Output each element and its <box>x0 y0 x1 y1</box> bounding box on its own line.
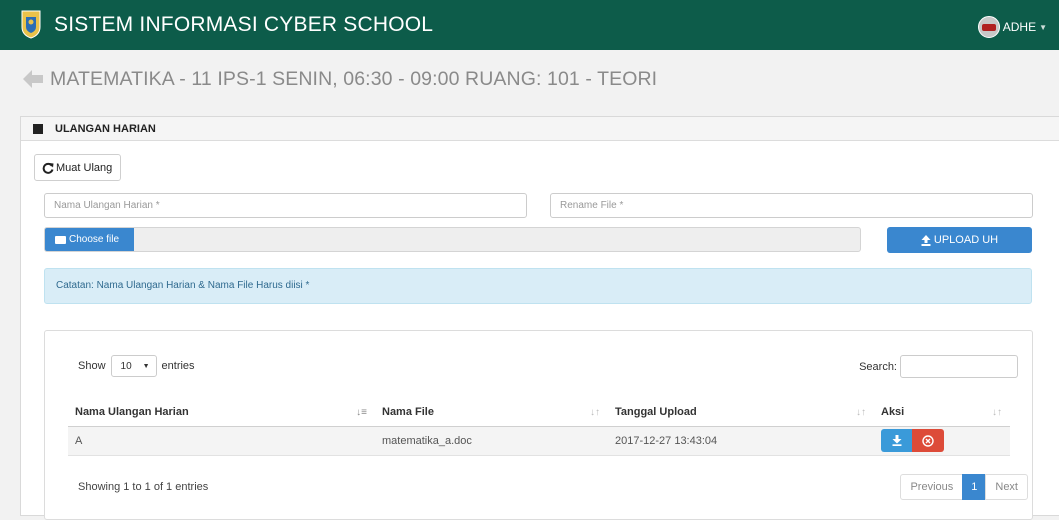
avatar <box>977 16 1000 38</box>
datatable-container: Show 10 ▼ entries Search: Nama Ulangan H… <box>44 330 1033 520</box>
download-icon <box>892 435 901 446</box>
refresh-icon <box>42 162 54 174</box>
page-length-select[interactable]: 10 ▼ <box>110 355 157 377</box>
cell-nama-ulangan: A <box>68 426 375 456</box>
back-arrow-icon[interactable] <box>20 66 46 92</box>
ulangan-name-input[interactable]: Nama Ulangan Harian * <box>44 193 527 218</box>
school-logo-icon <box>21 10 41 39</box>
panel-title: ULANGAN HARIAN <box>55 122 156 135</box>
sort-icon: ↓↑ <box>992 407 1002 418</box>
pagination-next[interactable]: Next <box>985 474 1028 500</box>
choose-file-button[interactable]: Choose file <box>45 228 134 251</box>
folder-icon <box>55 235 66 244</box>
pagination-previous[interactable]: Previous <box>900 474 964 500</box>
table-search: Search: <box>859 355 1018 378</box>
panel-header: ULANGAN HARIAN <box>21 117 1059 141</box>
rename-file-input[interactable]: Rename File * <box>550 193 1033 218</box>
reload-button[interactable]: Muat Ulang <box>34 154 121 181</box>
upload-uh-button[interactable]: UPLOAD UH <box>887 227 1032 253</box>
page-header: MATEMATIKA - 11 IPS-1 SENIN, 06:30 - 09:… <box>20 66 657 92</box>
book-icon <box>33 123 43 134</box>
download-button[interactable] <box>881 429 912 452</box>
search-input[interactable] <box>900 355 1018 378</box>
cell-tanggal-upload: 2017-12-27 13:43:04 <box>608 426 874 456</box>
sort-icon: ↓↑ <box>856 407 866 418</box>
entries-label: entries <box>161 360 195 372</box>
info-alert: Catatan: Nama Ulangan Harian & Nama File… <box>44 268 1032 304</box>
pagination-page-1[interactable]: 1 <box>962 474 987 500</box>
cell-nama-file: matematika_a.doc <box>375 426 608 456</box>
column-header-nama-ulangan[interactable]: Nama Ulangan Harian ↓≡ <box>68 398 375 427</box>
cell-aksi <box>874 426 1010 456</box>
chevron-down-icon: ▼ <box>1039 22 1047 32</box>
column-header-tanggal-upload[interactable]: Tanggal Upload ↓↑ <box>608 398 874 427</box>
page-title: MATEMATIKA - 11 IPS-1 SENIN, 06:30 - 09:… <box>50 67 658 90</box>
top-navbar: SISTEM INFORMASI CYBER SCHOOL ADHE ▼ <box>0 0 1059 50</box>
choose-file-label: Choose file <box>69 234 120 245</box>
table-header-row: Nama Ulangan Harian ↓≡ Nama File ↓↑ Tangga… <box>68 398 1010 427</box>
show-label: Show <box>78 360 106 372</box>
search-label: Search: <box>859 360 897 373</box>
ulangan-table: Nama Ulangan Harian ↓≡ Nama File ↓↑ Tangga… <box>68 398 1010 456</box>
delete-button[interactable] <box>912 429 944 452</box>
sort-asc-icon: ↓≡ <box>356 407 367 418</box>
page-length-value: 10 <box>120 360 132 372</box>
close-circle-icon <box>922 434 934 447</box>
reload-label: Muat Ulang <box>56 161 113 174</box>
upload-icon <box>921 234 931 246</box>
upload-label: UPLOAD UH <box>933 234 999 246</box>
pagination: Previous 1 Next <box>900 474 1028 500</box>
file-input[interactable]: Choose file <box>44 227 861 252</box>
user-menu[interactable]: ADHE ▼ <box>977 16 1047 38</box>
app-title: SISTEM INFORMASI CYBER SCHOOL <box>54 13 434 36</box>
page-length-control: Show 10 ▼ entries <box>78 355 195 377</box>
action-buttons <box>881 429 1009 452</box>
chevron-down-icon: ▼ <box>142 362 150 370</box>
column-header-aksi[interactable]: Aksi ↓↑ <box>874 398 1010 427</box>
user-name: ADHE <box>1002 20 1037 34</box>
table-row: A matematika_a.doc 2017-12-27 13:43:04 <box>68 426 1010 456</box>
table-info: Showing 1 to 1 of 1 entries <box>78 481 209 493</box>
column-header-nama-file[interactable]: Nama File ↓↑ <box>375 398 608 427</box>
sort-icon: ↓↑ <box>590 407 600 418</box>
ulangan-harian-panel: ULANGAN HARIAN Muat Ulang Nama Ulangan H… <box>20 116 1059 520</box>
